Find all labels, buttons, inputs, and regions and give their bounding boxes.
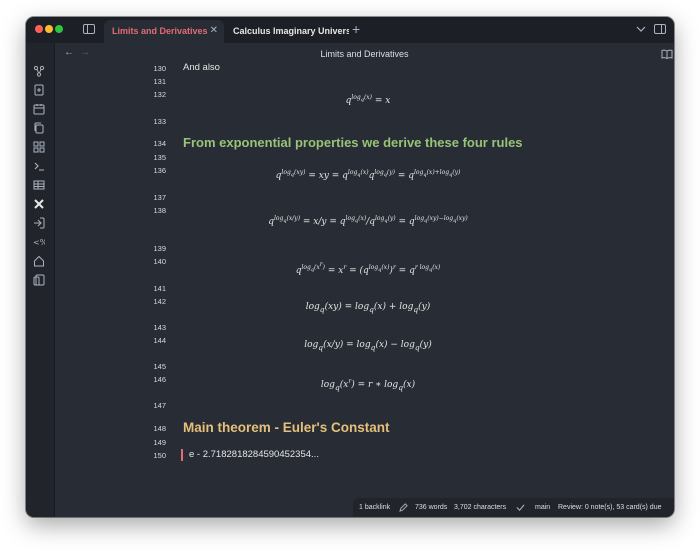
line-number: 133 [153, 117, 166, 126]
line-number: 149 [153, 438, 166, 447]
editor[interactable]: 130 And also 131 132 qlogq(x) = x 133 13… [26, 17, 674, 517]
line-number: 145 [153, 362, 166, 371]
line-number: 144 [153, 336, 166, 345]
character-count: 3,702 characters [454, 504, 507, 511]
math-block[interactable]: qlogq(xr) = xr = (qlogq(x))r = qr logq(x… [183, 261, 553, 276]
line-number: 130 [153, 64, 166, 73]
line-number: 148 [153, 424, 166, 433]
text-line[interactable]: And also [183, 62, 220, 73]
line-number: 136 [153, 166, 166, 175]
heading-rules[interactable]: From exponential properties we derive th… [183, 135, 523, 150]
line-number: 141 [153, 284, 166, 293]
math-block[interactable]: logq(x/y) = logq(x) − logq(y) [183, 340, 553, 352]
line-number: 135 [153, 153, 166, 162]
math-block[interactable]: qlogq(xy) = xy = qlogq(x)qlogq(y) = qlog… [183, 169, 553, 181]
line-number: 150 [153, 451, 166, 460]
math-block[interactable]: logq(xr) = r ∗ logq(x) [183, 378, 553, 392]
app-window: Limits and Derivatives ✕ Calculus Imagin… [26, 17, 674, 517]
line-number: 147 [153, 401, 166, 410]
line-number: 143 [153, 323, 166, 332]
line-number: 138 [153, 206, 166, 215]
math-block[interactable]: qlogq(x) = x [183, 94, 553, 106]
pencil-icon[interactable] [399, 503, 408, 512]
word-count: 736 words [415, 504, 448, 511]
text-cursor [181, 449, 183, 461]
math-block[interactable]: qlogq(x/y) = x/y = qlogq(x)/qlogq(y) = q… [183, 215, 553, 227]
backlinks-count[interactable]: 1 backlink [359, 504, 390, 511]
status-bar: 1 backlink 736 words 3,702 characters ma… [353, 498, 674, 517]
review-status[interactable]: Review: 0 note(s), 53 card(s) due [558, 504, 662, 511]
line-number: 140 [153, 257, 166, 266]
line-number: 139 [153, 244, 166, 253]
line-number: 132 [153, 90, 166, 99]
line-number: 137 [153, 193, 166, 202]
math-block[interactable]: logq(xy) = logq(x) + logq(y) [183, 302, 553, 314]
heading-main-theorem[interactable]: Main theorem - Euler's Constant [183, 420, 390, 435]
line-number: 142 [153, 297, 166, 306]
line-number: 146 [153, 375, 166, 384]
check-icon[interactable] [516, 503, 525, 512]
git-branch[interactable]: main [535, 504, 550, 511]
line-number: 134 [153, 139, 166, 148]
line-number: 131 [153, 77, 166, 86]
euler-constant-line[interactable]: e - 2.7182818284590452354... [189, 449, 319, 460]
